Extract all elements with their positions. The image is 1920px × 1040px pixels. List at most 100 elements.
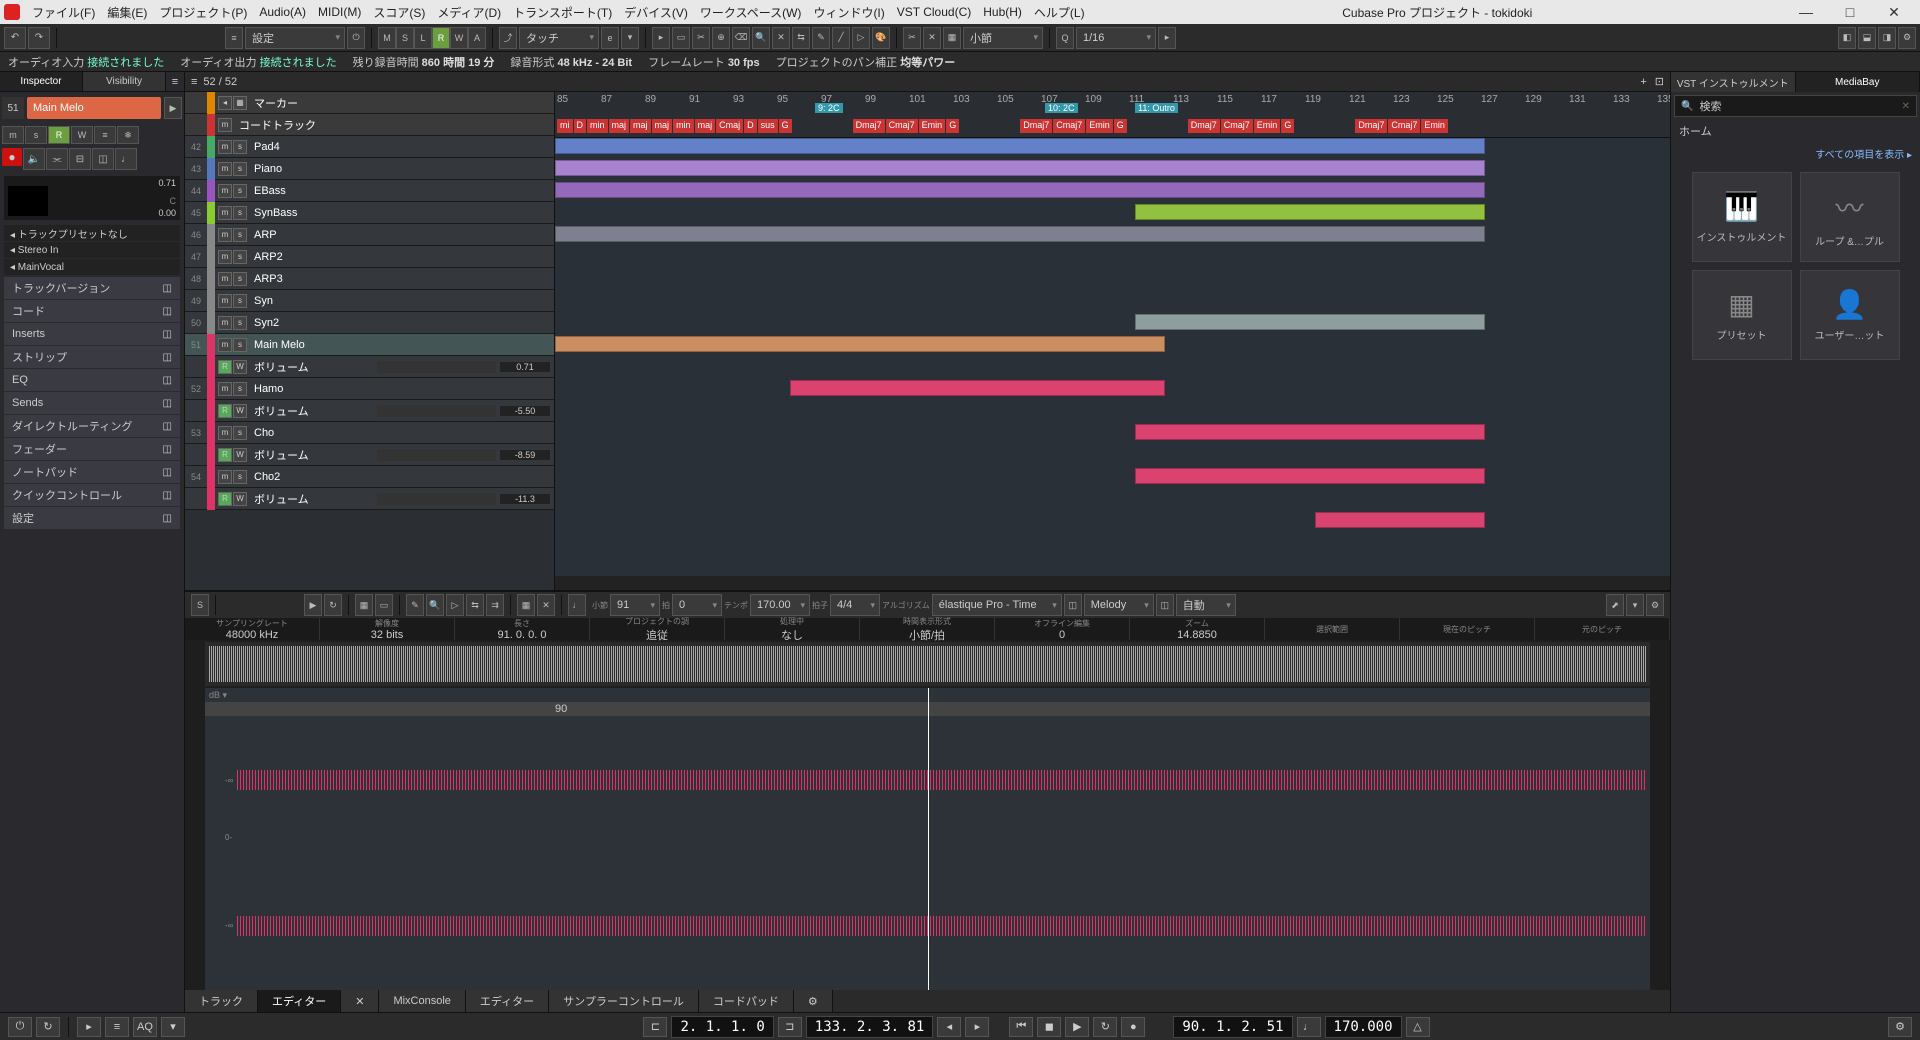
lower-tab[interactable]: ⚙: [794, 990, 833, 1012]
chord-event[interactable]: Emin: [919, 119, 946, 133]
event-clip[interactable]: [555, 160, 1485, 176]
list-icon[interactable]: ≡: [225, 27, 243, 49]
menu-item[interactable]: ファイル(F): [26, 2, 101, 23]
ed-tool[interactable]: ▦: [355, 594, 373, 616]
inspector-section[interactable]: クイックコントロール◫: [4, 484, 180, 506]
media-card[interactable]: 👤ユーザー…ット: [1800, 270, 1900, 360]
chord-event[interactable]: Dmaj7: [1188, 119, 1220, 133]
power-button[interactable]: ⏻: [8, 1017, 32, 1037]
loop-button[interactable]: ↻: [324, 594, 342, 616]
chord-event[interactable]: maj: [609, 119, 630, 133]
chord-event[interactable]: maj: [630, 119, 651, 133]
editor-dropdown-icon[interactable]: ▾: [1626, 594, 1644, 616]
routing-row[interactable]: ◂ MainVocal: [4, 259, 180, 275]
record-enable-button[interactable]: ●: [2, 148, 22, 166]
position-display[interactable]: 90. 1. 2. 51: [1173, 1016, 1292, 1038]
waveform-display[interactable]: 90 -∞ 0- -∞: [205, 688, 1650, 990]
power-icon[interactable]: ⏻: [347, 27, 365, 49]
aq-button[interactable]: AQ: [133, 1017, 157, 1037]
inspector-section[interactable]: 設定◫: [4, 507, 180, 529]
quantize-icon[interactable]: Q: [1056, 27, 1074, 49]
chord-event[interactable]: mi: [557, 119, 573, 133]
lower-tab[interactable]: サンプラーコントロール: [549, 990, 699, 1012]
event-clip[interactable]: [555, 336, 1165, 352]
snap-x-button[interactable]: ✕: [537, 594, 555, 616]
vari-mode-select[interactable]: Melody: [1084, 594, 1154, 616]
menu-item[interactable]: VST Cloud(C): [891, 3, 977, 21]
track-row[interactable]: 47msARP2: [185, 246, 554, 268]
waveform-overview[interactable]: [205, 642, 1650, 686]
musical-mode-button[interactable]: ♩: [568, 594, 586, 616]
m-global-button[interactable]: M: [378, 27, 396, 49]
track-row[interactable]: 53msCho: [185, 422, 554, 444]
bars-field[interactable]: 91: [610, 594, 660, 616]
s-global-button[interactable]: S: [396, 27, 414, 49]
inspector-section[interactable]: Sends◫: [4, 392, 180, 414]
l-global-button[interactable]: L: [414, 27, 432, 49]
track-row[interactable]: 52msHamo: [185, 378, 554, 400]
solo-editor-button[interactable]: S: [191, 594, 209, 616]
minimize-button[interactable]: —: [1784, 0, 1828, 24]
lower-tab[interactable]: コードパッド: [699, 990, 794, 1012]
lower-tab[interactable]: ✕: [341, 990, 379, 1012]
a-global-button[interactable]: A: [468, 27, 486, 49]
quantize-select[interactable]: 1/16: [1076, 27, 1156, 49]
inspector-section[interactable]: EQ◫: [4, 369, 180, 391]
show-all-link[interactable]: すべての項目を表示 ▸: [1671, 142, 1920, 164]
lower-tab[interactable]: MixConsole: [379, 990, 465, 1012]
zoom-tool[interactable]: 🔍: [752, 27, 770, 49]
chord-event[interactable]: G: [1281, 119, 1294, 133]
menu-item[interactable]: ワークスペース(W): [694, 2, 808, 23]
tempo-field[interactable]: 170.00: [750, 594, 810, 616]
chord-event[interactable]: D: [744, 119, 757, 133]
right-locator-display[interactable]: 133. 2. 3. 81: [806, 1016, 934, 1038]
timebase-button[interactable]: ♩: [115, 148, 137, 170]
editor-settings-icon[interactable]: ⚙: [1646, 594, 1664, 616]
menu-item[interactable]: トランスポート(T): [507, 2, 618, 23]
record-button[interactable]: ●: [1121, 1017, 1145, 1037]
chord-event[interactable]: Cmaj7: [1053, 119, 1085, 133]
marker-track[interactable]: ◂▦ マーカー: [185, 92, 554, 114]
menu-item[interactable]: ヘルプ(L): [1028, 2, 1091, 23]
lane-button[interactable]: ≡: [94, 126, 116, 144]
inplace-button[interactable]: ◫: [92, 148, 114, 170]
ed-tool[interactable]: ⇆: [466, 594, 484, 616]
chord-event[interactable]: maj: [652, 119, 673, 133]
inspector-track-name[interactable]: Main Melo: [27, 97, 161, 119]
chord-event[interactable]: Cmaj: [716, 119, 743, 133]
undo-button[interactable]: ↶: [4, 27, 26, 49]
menu-item[interactable]: ウィンドウ(I): [807, 2, 890, 23]
w-global-button[interactable]: W: [450, 27, 468, 49]
marker-locator[interactable]: 9: 2C: [815, 103, 843, 113]
click-button[interactable]: △: [1406, 1017, 1430, 1037]
event-clip[interactable]: [1135, 204, 1485, 220]
stop-button[interactable]: ◼: [1037, 1017, 1061, 1037]
menu-item[interactable]: スコア(S): [367, 2, 431, 23]
chord-event[interactable]: Emin: [1421, 119, 1448, 133]
vst-instruments-tab[interactable]: VST インストゥルメント: [1671, 72, 1796, 92]
chord-event[interactable]: D: [574, 119, 587, 133]
inspector-section[interactable]: トラックバージョン◫: [4, 277, 180, 299]
punch-in-button[interactable]: ◂: [937, 1017, 961, 1037]
event-clip[interactable]: [1315, 512, 1485, 528]
range-tool[interactable]: ▭: [672, 27, 690, 49]
quant-dropdown-icon[interactable]: ▸: [1158, 27, 1176, 49]
ed-tool[interactable]: 🔍: [426, 594, 444, 616]
event-clip[interactable]: [790, 380, 1165, 396]
event-clip[interactable]: [555, 138, 1485, 154]
chord-event[interactable]: Cmaj7: [1388, 119, 1420, 133]
toolbar-preset-select[interactable]: 設定: [245, 27, 345, 49]
track-row[interactable]: RWボリューム-11.3: [185, 488, 554, 510]
loop-button[interactable]: ↻: [36, 1017, 60, 1037]
snap-type-select[interactable]: 小節: [963, 27, 1043, 49]
menu-item[interactable]: デバイス(V): [618, 2, 694, 23]
inspector-section[interactable]: コード◫: [4, 300, 180, 322]
arrow-tool[interactable]: ▸: [652, 27, 670, 49]
auto-icon[interactable]: ⤴: [499, 27, 517, 49]
track-row[interactable]: 54msCho2: [185, 466, 554, 488]
split-tool[interactable]: ✂: [692, 27, 710, 49]
routing-row[interactable]: ◂ Stereo In: [4, 242, 180, 258]
draw-tool[interactable]: ✎: [812, 27, 830, 49]
left-locator-display[interactable]: 2. 1. 1. 0: [671, 1016, 773, 1038]
monitor-button[interactable]: 🔈: [23, 148, 45, 170]
